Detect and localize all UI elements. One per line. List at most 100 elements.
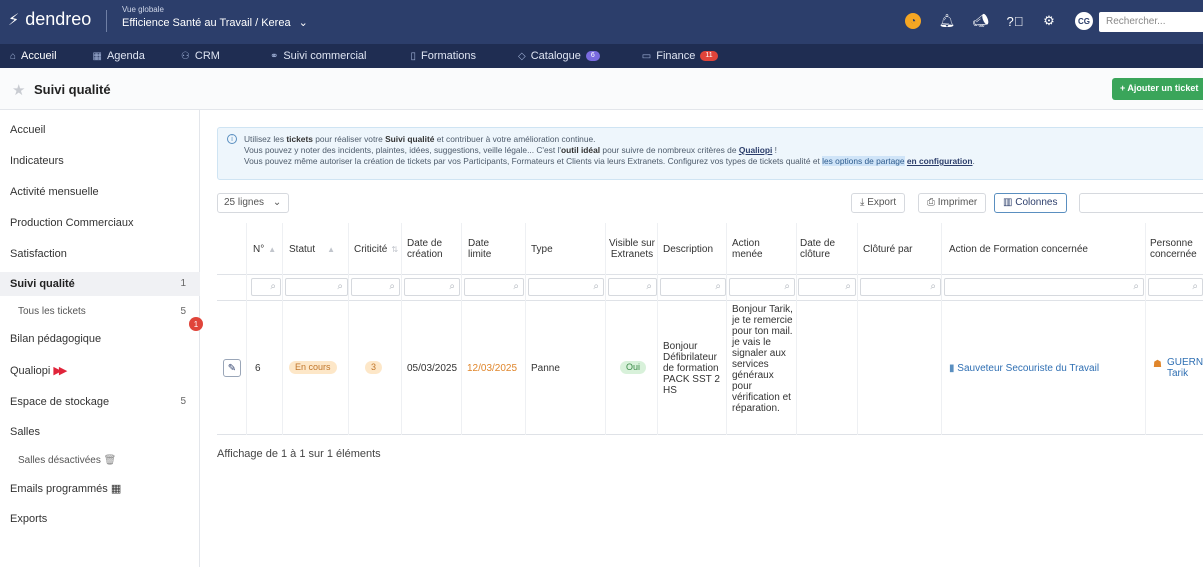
filter-input[interactable]: ⌕ [464, 278, 524, 296]
cell-type: Panne [531, 363, 560, 374]
nav-item-catalogue[interactable]: ◇ Catalogue 6 [508, 44, 610, 68]
filter-input[interactable]: ⌕ [251, 278, 281, 296]
calendar-clock-icon: ▦ [110, 483, 122, 495]
divider [605, 223, 606, 435]
search-icon: ⌕ [1192, 281, 1198, 292]
sidebar: Accueil Indicateurs Activité mensuelle P… [0, 110, 200, 567]
col-date-limite[interactable]: Date limite [468, 223, 502, 275]
add-ticket-button[interactable]: + Ajouter un ticket [1112, 78, 1203, 100]
sidebar-item-qualiopi[interactable]: Qualiopi ▶▶ [0, 364, 200, 377]
sidebar-item-accueil[interactable]: Accueil [0, 124, 200, 136]
search-icon: ⌕ [930, 281, 936, 292]
sidebar-item-salles[interactable]: Salles [0, 426, 200, 438]
sidebar-item-espace-stockage[interactable]: Espace de stockage 5 [0, 396, 200, 408]
sidebar-item-salles-desactivees[interactable]: Salles désactivées 🗑︎ [0, 455, 200, 466]
info-line-1: Utilisez les tickets pour réaliser votre… [244, 134, 596, 144]
search-icon: ⌕ [646, 281, 652, 292]
search-icon: ⌕ [337, 281, 343, 292]
megaphone-icon[interactable]: 📣︎ [973, 13, 990, 29]
speedometer-icon[interactable]: ◔ [905, 13, 921, 29]
sidebar-item-suivi-qualite[interactable]: Suivi qualité 1 [0, 272, 200, 296]
divider [525, 223, 526, 435]
nav-item-suivi-commercial[interactable]: ⚭ Suivi commercial [260, 44, 377, 68]
search-icon: ⌕ [715, 281, 721, 292]
app-logo[interactable]: ⚡ dendreo [8, 9, 91, 30]
table-search-input[interactable] [1079, 193, 1203, 213]
sidebar-item-exports[interactable]: Exports [0, 513, 200, 525]
col-statut[interactable]: Statut ▲ [289, 223, 335, 275]
sidebar-item-tous-les-tickets[interactable]: Tous les tickets 5 [0, 306, 200, 317]
col-num[interactable]: N° ▲ [253, 223, 276, 275]
person-link[interactable]: ☗GUERNIC Tarik [1153, 357, 1203, 379]
sidebar-item-activite-mensuelle[interactable]: Activité mensuelle [0, 186, 200, 198]
col-date-cloture[interactable]: Date de clôture [800, 223, 840, 275]
columns-button[interactable]: ▥ Colonnes [994, 193, 1067, 213]
nav-item-finance[interactable]: ▭ Finance 11 [632, 44, 728, 68]
users-icon: ⚇ [180, 50, 190, 62]
sidebar-item-emails-programmes[interactable]: Emails programmés ▦ [0, 482, 200, 495]
sidebar-count: 5 [180, 306, 186, 317]
edit-icon[interactable]: ✎ [223, 359, 241, 377]
table-header: N° ▲ Statut ▲ Criticité ⇅ Date de création … [217, 223, 1203, 275]
sharing-options-link[interactable]: les options de partage [822, 156, 905, 166]
filter-input[interactable]: ⌕ [798, 278, 856, 296]
money-icon: ▭ [641, 50, 652, 62]
star-icon[interactable]: ★ [12, 81, 25, 99]
filter-input[interactable]: ⌕ [608, 278, 657, 296]
filter-input[interactable]: ⌕ [351, 278, 400, 296]
col-action-formation[interactable]: Action de Formation concernée [949, 223, 1088, 275]
help-icon[interactable]: ?⃝ [1007, 13, 1024, 29]
action-formation-link[interactable]: ▮ Sauveteur Secouriste du Travail [949, 363, 1099, 374]
col-type[interactable]: Type [531, 223, 553, 275]
org-scope: Vue globale [122, 5, 164, 14]
export-button[interactable]: ⤓ Export [851, 193, 906, 213]
search-icon: ⌕ [1133, 281, 1139, 292]
qualiopi-link[interactable]: Qualiopi [739, 145, 773, 155]
divider [657, 223, 658, 435]
bolt-icon: ⚡ [8, 11, 20, 29]
col-date-creation[interactable]: Date de création [407, 223, 455, 275]
bell-icon[interactable]: 🔔︎ [939, 13, 956, 29]
filter-input[interactable]: ⌕ [660, 278, 726, 296]
person-icon: ☗ [1153, 359, 1162, 370]
filter-input[interactable]: ⌕ [1148, 278, 1203, 296]
col-visible[interactable]: Visible sur Extranets [609, 223, 655, 275]
sidebar-item-production-commerciaux[interactable]: Production Commerciaux [0, 217, 200, 229]
avatar[interactable]: CG [1075, 12, 1093, 30]
configuration-link[interactable]: en configuration [907, 156, 973, 166]
info-alert: i Utilisez les tickets pour réaliser vot… [217, 127, 1203, 180]
filter-input[interactable]: ⌕ [285, 278, 348, 296]
nav-item-agenda[interactable]: ▦ Agenda [83, 44, 155, 68]
print-icon: ⎙ [927, 197, 935, 208]
sidebar-item-bilan-pedagogique[interactable]: Bilan pédagogique [0, 333, 200, 345]
page-length-select[interactable]: 25 lignes ⌄ [217, 193, 289, 213]
gear-icon[interactable]: ⚙ [1041, 13, 1057, 29]
org-name: Efficience Santé au Travail / Kerea [122, 16, 291, 29]
filter-input[interactable]: ⌕ [404, 278, 460, 296]
nav-item-accueil[interactable]: ⌂ Accueil [0, 44, 67, 68]
calendar-icon: ▦ [92, 50, 102, 62]
filter-input[interactable]: ⌕ [860, 278, 941, 296]
col-criticite[interactable]: Criticité ⇅ [354, 223, 398, 275]
col-action-menee[interactable]: Action menée [732, 223, 772, 275]
nav-item-crm[interactable]: ⚇ CRM [171, 44, 230, 68]
col-description[interactable]: Description [663, 223, 713, 275]
print-button[interactable]: ⎙ Imprimer [918, 193, 987, 213]
page-title: Suivi qualité [34, 82, 111, 97]
cell-num: 6 [255, 363, 261, 374]
nav-item-formations[interactable]: ▯ Formations [400, 44, 486, 68]
global-search-input[interactable]: Rechercher... [1099, 12, 1203, 32]
sort-icon: ⇅ [391, 244, 399, 254]
page-header: ★ Suivi qualité + Ajouter un ticket [0, 68, 1203, 110]
divider [796, 223, 797, 435]
filter-input[interactable]: ⌕ [729, 278, 795, 296]
sort-icon: ▲ [268, 244, 277, 254]
sidebar-item-indicateurs[interactable]: Indicateurs [0, 155, 200, 167]
col-personne[interactable]: Personne concernée [1150, 223, 1203, 275]
sidebar-item-satisfaction[interactable]: Satisfaction [0, 248, 200, 260]
table-row[interactable]: ✎ 6 En cours 3 05/03/2025 12/03/2025 Pan… [217, 301, 1203, 435]
filter-input[interactable]: ⌕ [944, 278, 1144, 296]
filter-input[interactable]: ⌕ [528, 278, 604, 296]
org-switcher[interactable]: Vue globale Efficience Santé au Travail … [122, 5, 308, 29]
col-cloture-par[interactable]: Clôturé par [863, 223, 912, 275]
